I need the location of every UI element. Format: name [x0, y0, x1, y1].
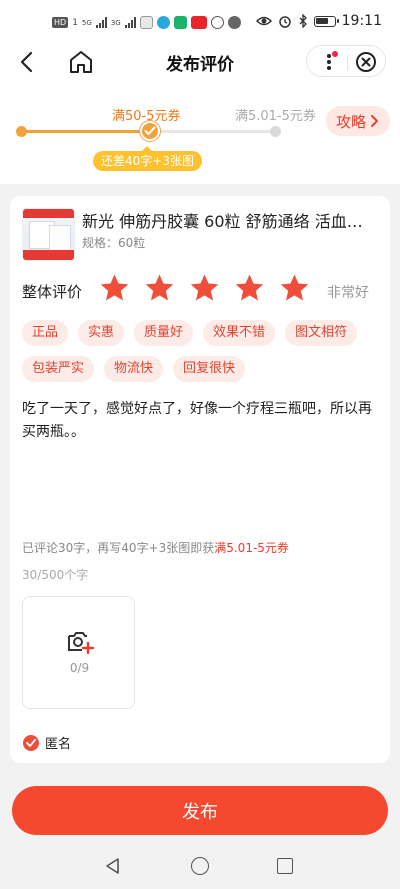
anonymous-label: 匿名 [45, 737, 72, 752]
app-notification-icon [173, 16, 187, 29]
publish-button[interactable]: 发布 [12, 786, 388, 835]
hd-indicator: HD [52, 17, 69, 28]
tag-chip[interactable]: 质量好 [134, 320, 194, 346]
reward-highlight: 满5.01-5元券 [214, 541, 289, 555]
checkbox-checked-icon [23, 734, 39, 751]
product-spec: 规格：60粒 [82, 236, 146, 250]
reward-prefix: 已评论30字，再写40字+3张图即获 [22, 541, 215, 555]
rating-label: 整体评价 [22, 283, 83, 301]
capsule-divider [347, 54, 348, 70]
tag-chip[interactable]: 正品 [22, 320, 69, 346]
hint-pill: 还差40字+3张图 [93, 146, 202, 171]
network-label: 5G [81, 18, 92, 27]
tag-chip[interactable]: 包装严实 [22, 356, 95, 382]
system-nav-bar [0, 843, 400, 889]
star-icon[interactable] [143, 272, 176, 305]
eye-icon [255, 16, 272, 26]
camera-add-icon [68, 632, 94, 655]
strategy-label: 攻略 [335, 112, 366, 131]
product-title: 新光 伸筋丹胶囊 60粒 舒筋通络 活血… [82, 212, 363, 231]
tag-chip[interactable]: 图文相符 [285, 320, 358, 346]
progress-start-dot [16, 126, 27, 137]
tag-list: 正品 实惠 质量好 效果不错 图文相符包装严实 物流快 回复很快 [22, 320, 372, 382]
status-icons-left: HD 1 5G 3G [52, 16, 241, 29]
app-notification-icon [210, 16, 224, 29]
app-notification-icon [190, 16, 207, 29]
nav-back-icon[interactable] [104, 857, 122, 875]
progress-check-icon [140, 121, 160, 141]
anonymous-toggle[interactable]: 匿名 [23, 733, 71, 752]
rating-text: 非常好 [327, 285, 369, 301]
coupon-progress: 满50-5元券 满5.01-5元券 还差40字+3张图 攻略 [0, 80, 400, 184]
nav-home-icon[interactable] [191, 857, 209, 875]
progress-end-dot [270, 126, 281, 137]
battery-icon [313, 15, 339, 27]
more-icon[interactable] [315, 48, 343, 76]
review-card: 新光 伸筋丹胶囊 60粒 舒筋通络 活血… 规格：60粒 整体评价 非常好 正品… [10, 196, 390, 763]
product-image [22, 208, 75, 261]
next-coupon-label: 满5.01-5元券 [235, 109, 316, 124]
status-icons-right: 19:11 [255, 13, 382, 29]
progress-fill [20, 130, 148, 133]
sim-icon: 1 [72, 17, 78, 28]
star-icon[interactable] [98, 272, 131, 305]
tag-chip[interactable]: 效果不错 [203, 320, 276, 346]
tag-chip[interactable]: 回复很快 [173, 356, 246, 382]
review-textarea[interactable]: 吃了一天了，感觉好点了，好像一个疗程三瓶吧，所以再买两瓶。。 [22, 398, 378, 444]
star-rating[interactable] [98, 272, 311, 305]
signal-icon [95, 17, 107, 28]
clock: 19:11 [341, 13, 382, 29]
close-icon[interactable] [353, 49, 379, 75]
tag-chip[interactable]: 物流快 [104, 356, 164, 382]
bluetooth-icon [299, 14, 307, 28]
nav-recents-icon[interactable] [277, 858, 293, 874]
alarm-icon [278, 16, 291, 28]
photo-count: 0/9 [69, 661, 90, 675]
app-notification-icon [227, 16, 241, 29]
star-icon[interactable] [188, 272, 221, 305]
status-bar: HD 1 5G 3G 19:11 [0, 0, 400, 44]
mini-program-capsule [306, 45, 386, 77]
strategy-button[interactable]: 攻略 [326, 106, 390, 136]
app-notification-icon [139, 16, 153, 29]
signal-icon-2 [124, 17, 136, 28]
network-label-2: 3G [110, 18, 121, 27]
tag-chip[interactable]: 实惠 [78, 320, 125, 346]
star-icon[interactable] [278, 272, 311, 305]
photo-upload-button[interactable]: 0/9 [22, 596, 135, 709]
char-count: 30/500个字 [22, 568, 89, 582]
reward-hint: 已评论30字，再写40字+3张图即获满5.01-5元券 [22, 539, 289, 556]
notification-dot [332, 51, 338, 57]
header: 发布评价 [0, 44, 400, 80]
star-icon[interactable] [233, 272, 266, 305]
app-notification-icon [156, 16, 170, 29]
chevron-right-icon [371, 115, 378, 127]
